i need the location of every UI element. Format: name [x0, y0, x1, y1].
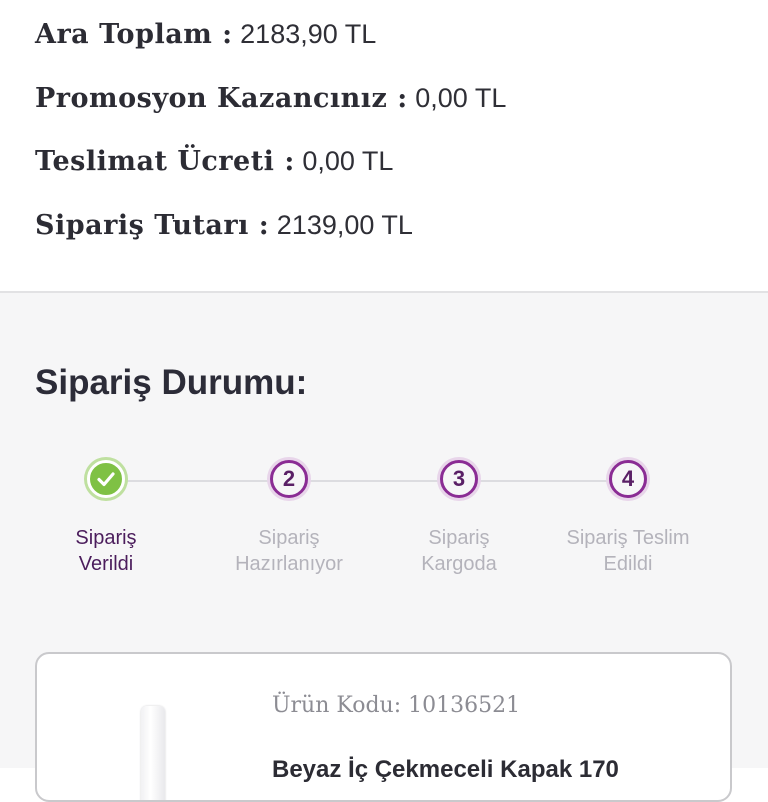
subtotal-row: Ara Toplam : 2183,90 TL — [35, 19, 376, 50]
status-step-delivered: 4 Sipariş Teslim Edildi — [543, 458, 713, 577]
delivery-fee-row: Teslimat Ücreti : 0,00 TL — [35, 146, 393, 177]
delivery-fee-value: 0,00 TL — [302, 146, 394, 176]
order-status-title: Sipariş Durumu: — [35, 363, 308, 402]
step-label-delivered: Sipariş Teslim Edildi — [566, 527, 690, 575]
subtotal-label: Ara Toplam : — [35, 19, 233, 50]
order-summary: Ara Toplam : 2183,90 TL Promosyon Kazanc… — [0, 0, 768, 293]
product-card[interactable]: Ürün Kodu: 10136521 Beyaz İç Çekmeceli K… — [35, 652, 732, 802]
product-code: Ürün Kodu: 10136521 — [272, 693, 520, 718]
step-label-preparing: Sipariş Hazırlanıyor — [235, 527, 343, 575]
delivery-fee-label: Teslimat Ücreti : — [35, 146, 295, 177]
check-icon — [87, 460, 125, 498]
promotion-label: Promosyon Kazancınız : — [35, 83, 408, 114]
order-total-label: Sipariş Tutarı : — [35, 210, 270, 241]
product-image[interactable] — [141, 706, 165, 800]
order-status-section: Sipariş Durumu: Sipariş Verildi 2 Sipari… — [0, 293, 768, 802]
status-step-preparing: 2 Sipariş Hazırlanıyor — [204, 458, 374, 577]
status-step-shipped: 3 Sipariş Kargoda — [374, 458, 544, 577]
order-total-value: 2139,00 TL — [276, 210, 413, 240]
product-code-label: Ürün Kodu: — [272, 693, 402, 718]
step-number-badge: 2 — [270, 460, 308, 498]
status-step-placed: Sipariş Verildi — [21, 458, 191, 577]
step-label-shipped: Sipariş Kargoda — [421, 527, 497, 575]
step-number-badge: 4 — [609, 460, 647, 498]
promotion-value: 0,00 TL — [415, 83, 507, 113]
promotion-row: Promosyon Kazancınız : 0,00 TL — [35, 83, 506, 114]
product-name[interactable]: Beyaz İç Çekmeceli Kapak 170 — [272, 756, 619, 784]
step-label-placed: Sipariş Verildi — [75, 527, 137, 575]
step-number-badge: 3 — [440, 460, 478, 498]
product-code-value: 10136521 — [408, 693, 521, 718]
order-total-row: Sipariş Tutarı : 2139,00 TL — [35, 210, 413, 241]
subtotal-value: 2183,90 TL — [240, 19, 377, 49]
